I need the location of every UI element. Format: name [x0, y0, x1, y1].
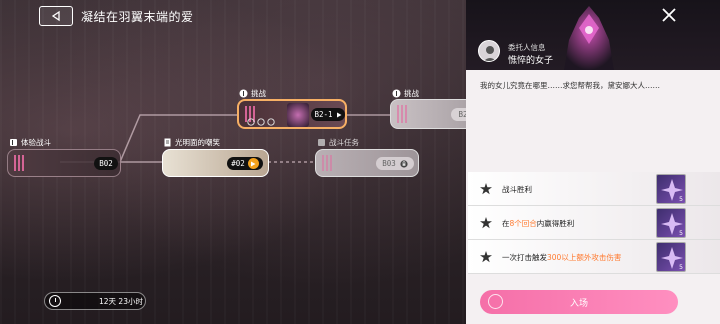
stage-card-trial[interactable]: B02 [7, 149, 121, 177]
gear-star-icon [247, 118, 255, 126]
stage-card-mission[interactable]: B03 [315, 149, 419, 177]
back-arrow-icon [51, 10, 60, 22]
challenge-icon [392, 89, 401, 98]
client-caption: 委托人信息 [508, 43, 546, 52]
node-label-mission: 战斗任务 [317, 137, 359, 148]
gear-star-icon [267, 118, 275, 126]
lock-icon [400, 159, 408, 168]
boss-portrait [287, 103, 309, 127]
task-item: 一次打击触发300以上额外攻击伤害 5 [468, 240, 720, 274]
client-name: 憔悴的女子 [508, 56, 554, 66]
node-label-challenge: 挑战 [239, 88, 266, 99]
star-rating [247, 118, 275, 126]
enter-button[interactable]: 入场 [480, 290, 678, 314]
timer-text: 12天 23小时 [99, 296, 143, 306]
mission-icon [317, 138, 326, 147]
objective-star-icon [480, 217, 492, 229]
play-icon [247, 158, 259, 169]
page-title: 凝结在羽翼末端的爱 [81, 10, 194, 24]
node-label-challenge-2: 挑战 [392, 88, 419, 99]
boss-portrait [544, 0, 634, 70]
close-icon[interactable] [661, 7, 677, 23]
stage-code-badge: B02 [94, 157, 118, 170]
task-item: 在8个回合内赢得胜利 5 [468, 206, 720, 240]
event-timer: 12天 23小时 [44, 292, 146, 310]
stage-card-challenge-2[interactable]: B2 [390, 99, 466, 129]
challenge-code-badge: B2-1 [311, 108, 345, 121]
mission-code-badge: B03 [376, 157, 414, 170]
stage-card-challenge[interactable]: B2-1 [237, 99, 347, 129]
reward-item[interactable]: 5 [656, 242, 686, 272]
reward-item[interactable]: 5 [656, 208, 686, 238]
back-button[interactable] [39, 6, 73, 26]
document-icon [163, 138, 172, 147]
challenge2-code-badge: B2 [451, 108, 466, 121]
reward-item[interactable]: 5 [656, 174, 686, 204]
objective-star-icon [480, 251, 492, 263]
book-icon [9, 138, 18, 147]
challenge-icon [239, 89, 248, 98]
node-label-story: 光明面的嘲笑 [163, 137, 220, 148]
story-code-badge: #02 [227, 157, 263, 170]
commission-panel: 委托人信息 憔悴的女子 我的女儿究竟在哪里……求您帮帮我，黛安娜大人…… 战斗胜… [466, 0, 720, 324]
gear-star-icon [257, 118, 265, 126]
stage-map: 凝结在羽翼末端的爱 体验战斗 B02 光明面的嘲笑 #02 挑战 B2-1 挑战… [0, 0, 466, 324]
enter-label: 入场 [569, 298, 588, 309]
objective-star-icon [480, 183, 492, 195]
play-icon [336, 112, 342, 117]
clock-icon [49, 295, 61, 307]
task-item: 战斗胜利 5 [468, 172, 720, 206]
stage-card-story[interactable]: #02 [162, 149, 269, 177]
client-quote: 我的女儿究竟在哪里……求您帮帮我，黛安娜大人…… [480, 81, 660, 90]
avatar [478, 40, 500, 62]
panel-header: 委托人信息 憔悴的女子 [466, 0, 720, 70]
node-label-trial: 体验战斗 [9, 137, 51, 148]
swirl-icon [488, 294, 503, 309]
